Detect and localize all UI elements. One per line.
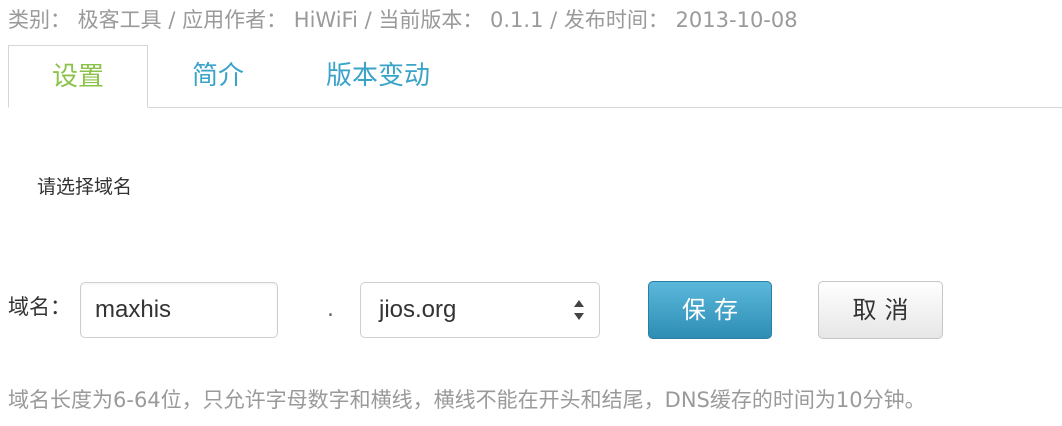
tab-bar: 设置 简介 版本变动 bbox=[8, 45, 1062, 108]
up-down-arrows-icon bbox=[574, 300, 584, 320]
domain-suffix-select[interactable]: jios.org bbox=[360, 282, 600, 338]
domain-input[interactable] bbox=[80, 282, 278, 338]
save-button[interactable]: 保存 bbox=[648, 281, 772, 339]
tab-intro[interactable]: 简介 bbox=[148, 45, 288, 107]
tab-changelog[interactable]: 版本变动 bbox=[288, 45, 468, 107]
domain-label: 域名： bbox=[8, 295, 71, 319]
domain-hint: 域名长度为6-64位，只允许字母数字和横线，横线不能在开头和结尾，DNS缓存的时… bbox=[8, 388, 926, 412]
cancel-button[interactable]: 取消 bbox=[818, 281, 943, 339]
tab-settings[interactable]: 设置 bbox=[8, 45, 148, 108]
section-title: 请选择域名 bbox=[37, 176, 133, 198]
domain-separator: . bbox=[327, 297, 334, 322]
app-meta-line: 类别： 极客工具 / 应用作者： HiWiFi / 当前版本： 0.1.1 / … bbox=[8, 8, 798, 32]
domain-suffix-value: jios.org bbox=[379, 296, 457, 323]
